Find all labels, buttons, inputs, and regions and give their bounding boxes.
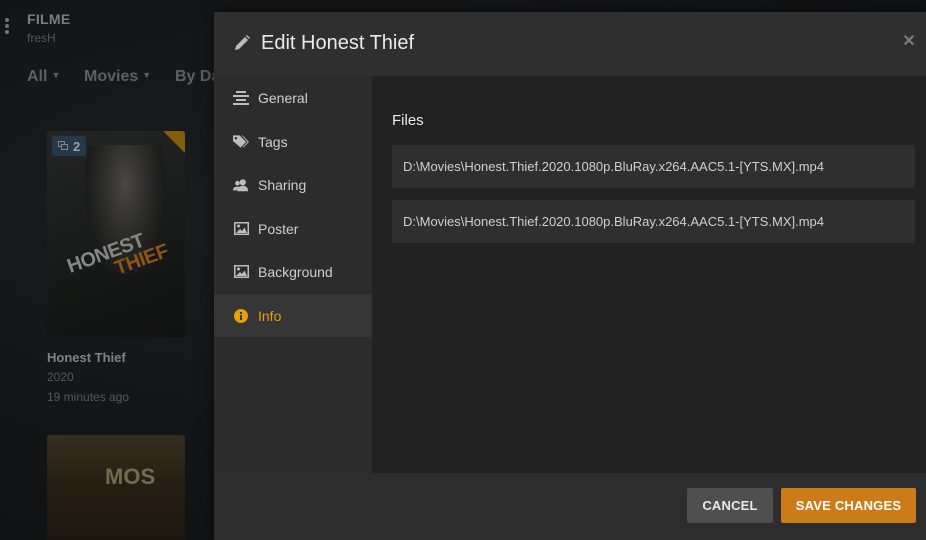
nav-label-tags: Tags <box>258 133 288 150</box>
poster-image-icon <box>233 222 249 236</box>
cancel-button[interactable]: CANCEL <box>687 488 773 523</box>
nav-label-general: General <box>258 89 308 106</box>
nav-item-info[interactable]: Info <box>214 294 372 337</box>
info-panel: Files D:\Movies\Honest.Thief.2020.1080p.… <box>372 76 926 473</box>
dialog-footer: CANCEL SAVE CHANGES <box>214 473 926 540</box>
nav-label-sharing: Sharing <box>258 176 307 193</box>
background-image-icon <box>233 265 249 279</box>
nav-label-poster: Poster <box>258 220 299 237</box>
sharing-icon <box>233 178 249 192</box>
close-icon[interactable]: × <box>901 31 917 51</box>
dialog-header: Edit Honest Thief × <box>214 12 926 76</box>
save-changes-button[interactable]: SAVE CHANGES <box>781 488 916 523</box>
info-icon <box>233 308 249 323</box>
file-path-row: D:\Movies\Honest.Thief.2020.1080p.BluRay… <box>392 200 915 243</box>
nav-label-background: Background <box>258 263 333 280</box>
nav-item-tags[interactable]: Tags <box>214 120 372 163</box>
file-path-row: D:\Movies\Honest.Thief.2020.1080p.BluRay… <box>392 145 915 188</box>
tags-icon <box>233 134 249 149</box>
nav-label-info: Info <box>258 307 282 324</box>
nav-item-poster[interactable]: Poster <box>214 207 372 250</box>
dialog-nav: General Tags Sharing Poster Background I… <box>214 76 372 473</box>
files-heading: Files <box>392 112 424 129</box>
nav-item-general[interactable]: General <box>214 76 372 119</box>
dialog-title: Edit Honest Thief <box>261 32 415 54</box>
edit-dialog: Edit Honest Thief × General Tags Sharing <box>214 12 926 540</box>
nav-item-background[interactable]: Background <box>214 250 372 293</box>
nav-item-sharing[interactable]: Sharing <box>214 163 372 206</box>
pencil-icon <box>233 34 251 52</box>
general-icon <box>233 90 249 105</box>
